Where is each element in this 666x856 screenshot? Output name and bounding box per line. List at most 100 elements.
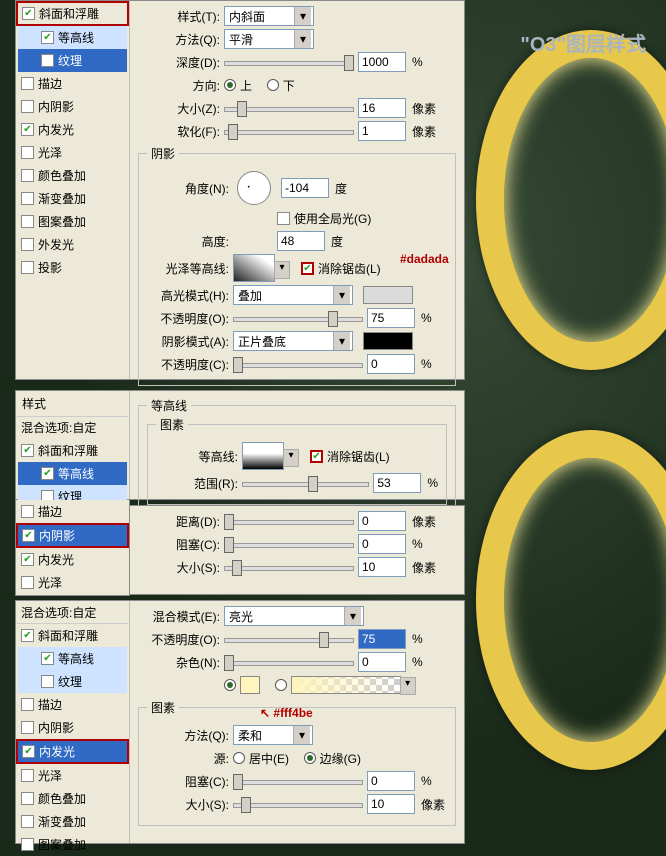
choke4-slider[interactable] — [233, 772, 363, 790]
shadow-color-swatch[interactable] — [363, 332, 413, 350]
opacity4-slider[interactable] — [224, 630, 354, 648]
range-slider[interactable] — [242, 474, 369, 492]
sopacity-input[interactable]: 0 — [367, 354, 415, 374]
sidebar4-gradient-overlay[interactable]: 渐变叠加 — [16, 810, 129, 833]
sidebar4-bevel[interactable]: 斜面和浮雕 — [16, 624, 129, 647]
method-dropdown[interactable]: 平滑 — [224, 29, 314, 49]
sidebar2-bevel[interactable]: 斜面和浮雕 — [16, 439, 129, 462]
contour-panel: 样式 混合选项:自定 斜面和浮雕 等高线 纹理 等高线 图素 等高线:消除锯齿(… — [15, 390, 465, 500]
source-center-radio[interactable] — [233, 752, 245, 764]
inner-glow-panel: 混合选项:自定 斜面和浮雕 等高线 纹理 描边 内阴影 内发光 光泽 颜色叠加 … — [15, 600, 465, 844]
glow-gradient-picker[interactable] — [291, 676, 401, 694]
distance-label: 距离(D): — [138, 513, 220, 530]
sidebar-bevel[interactable]: 斜面和浮雕 — [16, 1, 129, 26]
sidebar4-pattern-overlay[interactable]: 图案叠加 — [16, 833, 129, 856]
altitude-input[interactable]: 48 — [277, 231, 325, 251]
size4-input[interactable]: 10 — [367, 794, 415, 814]
sidebar4-color-overlay[interactable]: 颜色叠加 — [16, 787, 129, 810]
sidebar4-inner-shadow[interactable]: 内阴影 — [16, 716, 129, 739]
anno-fff4be: ↖ #fff4be — [260, 706, 313, 720]
soften-slider[interactable] — [224, 122, 354, 140]
sidebar-contour[interactable]: 等高线 — [18, 26, 127, 49]
depth-label: 深度(D): — [138, 54, 220, 71]
distance-input[interactable]: 0 — [358, 511, 406, 531]
angle-dial[interactable] — [237, 171, 271, 205]
sidebar-inner-shadow[interactable]: 内阴影 — [16, 95, 129, 118]
sidebar-pattern-overlay[interactable]: 图案叠加 — [16, 210, 129, 233]
sidebar-inner-glow[interactable]: 内发光 — [16, 118, 129, 141]
sidebar2b-inner-shadow[interactable]: 内阴影 — [16, 523, 129, 548]
noise-slider[interactable] — [224, 653, 354, 671]
sidebar2b-inner-glow[interactable]: 内发光 — [16, 548, 129, 571]
size4-slider[interactable] — [233, 795, 363, 813]
size-label: 大小(Z): — [138, 100, 220, 117]
sidebar-stroke[interactable]: 描边 — [16, 72, 129, 95]
hopacity-label: 不透明度(O): — [147, 310, 229, 327]
depth-input[interactable]: 1000 — [358, 52, 406, 72]
dir-up-radio[interactable] — [224, 79, 236, 91]
contour-picker[interactable] — [242, 442, 284, 470]
dir-down-radio[interactable] — [267, 79, 279, 91]
antialias-checkbox[interactable] — [301, 262, 314, 275]
blend4-dropdown[interactable]: 亮光 — [224, 606, 364, 626]
sidebar-texture[interactable]: 纹理 — [18, 49, 127, 72]
method4-label: 方法(Q): — [147, 727, 229, 744]
sidebar4-satin[interactable]: 光泽 — [16, 764, 129, 787]
range-input[interactable]: 53 — [373, 473, 421, 493]
sidebar2b-stroke[interactable]: 描边 — [16, 500, 129, 523]
bevel-panel: 斜面和浮雕 等高线 纹理 描边 内阴影 内发光 光泽 颜色叠加 渐变叠加 图案叠… — [15, 0, 465, 380]
sopacity-slider[interactable] — [233, 355, 363, 373]
choke4-label: 阻塞(C): — [147, 773, 229, 790]
sidebar-drop-shadow[interactable]: 投影 — [16, 256, 129, 279]
source-label: 源: — [147, 750, 229, 767]
choke-slider[interactable] — [224, 535, 354, 553]
choke4-input[interactable]: 0 — [367, 771, 415, 791]
size-input[interactable]: 16 — [358, 98, 406, 118]
hmode-dropdown[interactable]: 叠加 — [233, 285, 353, 305]
blend4-label: 混合模式(E): — [138, 608, 220, 625]
angle-input[interactable]: -104 — [281, 178, 329, 198]
depth-slider[interactable] — [224, 53, 354, 71]
opacity4-input[interactable]: 75 — [358, 629, 406, 649]
sidebar2b-satin[interactable]: 光泽 — [16, 571, 129, 594]
contour-antialias-checkbox[interactable] — [310, 450, 323, 463]
sidebar-color-overlay[interactable]: 颜色叠加 — [16, 164, 129, 187]
overlay-title: "O3"图层样式 — [520, 28, 646, 57]
soften-input[interactable]: 1 — [358, 121, 406, 141]
gloss-contour-picker[interactable] — [233, 254, 275, 282]
style-dropdown[interactable]: 内斜面 — [224, 6, 314, 26]
sidebar4-inner-glow[interactable]: 内发光 — [16, 739, 129, 764]
sidebar4-contour[interactable]: 等高线 — [18, 647, 127, 670]
glow-gradient-radio[interactable] — [275, 679, 287, 691]
blend-options-row[interactable]: 混合选项:自定 — [16, 416, 129, 439]
glow-color-swatch[interactable] — [240, 676, 260, 694]
distance-slider[interactable] — [224, 512, 354, 530]
glow-color-radio[interactable] — [224, 679, 236, 691]
noise-input[interactable]: 0 — [358, 652, 406, 672]
anno-dadada: #dadada — [400, 252, 449, 266]
choke-input[interactable]: 0 — [358, 534, 406, 554]
hopacity-slider[interactable] — [233, 309, 363, 327]
sidebar-satin[interactable]: 光泽 — [16, 141, 129, 164]
hmode-label: 高光模式(H): — [147, 287, 229, 304]
size3-input[interactable]: 10 — [358, 557, 406, 577]
highlight-color-swatch[interactable] — [363, 286, 413, 304]
gloss-contour-label: 光泽等高线: — [147, 260, 229, 277]
altitude-label: 高度: — [147, 233, 229, 250]
sidebar-outer-glow[interactable]: 外发光 — [16, 233, 129, 256]
source-edge-radio[interactable] — [304, 752, 316, 764]
hopacity-input[interactable]: 75 — [367, 308, 415, 328]
sidebar4-texture[interactable]: 纹理 — [18, 670, 127, 693]
sidebar4-stroke[interactable]: 描边 — [16, 693, 129, 716]
blend-options-row4[interactable]: 混合选项:自定 — [16, 601, 129, 624]
size3-slider[interactable] — [224, 558, 354, 576]
sidebar2-contour[interactable]: 等高线 — [18, 462, 127, 485]
method-label: 方法(Q): — [138, 31, 220, 48]
sidebar-gradient-overlay[interactable]: 渐变叠加 — [16, 187, 129, 210]
direction-label: 方向: — [138, 77, 220, 94]
method4-dropdown[interactable]: 柔和 — [233, 725, 313, 745]
global-light-checkbox[interactable] — [277, 212, 290, 225]
size-slider[interactable] — [224, 99, 354, 117]
opacity4-label: 不透明度(O): — [138, 631, 220, 648]
smode-dropdown[interactable]: 正片叠底 — [233, 331, 353, 351]
